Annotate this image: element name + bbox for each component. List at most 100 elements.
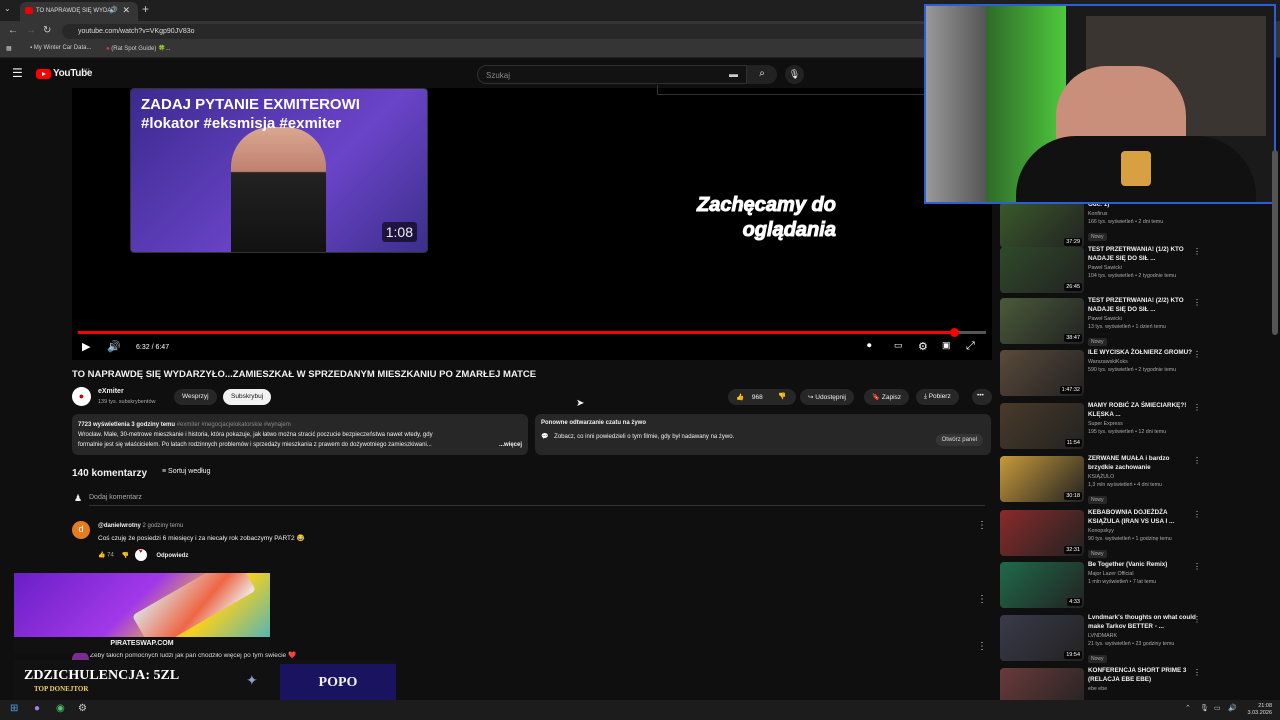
- save-button[interactable]: 🔖 Zapisz: [864, 389, 910, 405]
- related-video-menu-icon[interactable]: ⋮: [1193, 456, 1201, 465]
- related-video-item[interactable]: 38:47 TEST PRZETRWANIA! (2/2) KTO NADAJE …: [998, 296, 1203, 348]
- reload-icon[interactable]: ↻: [43, 25, 51, 36]
- related-video-title[interactable]: TEST PRZETRWANIA! (2/2) KTO NADAJE SIĘ D…: [1088, 296, 1196, 314]
- download-button[interactable]: ⤓ Pobierz: [916, 389, 959, 405]
- bookmark-1[interactable]: ▪ My Winter Car Data...: [30, 45, 91, 51]
- related-video-menu-icon[interactable]: ⋮: [1193, 298, 1201, 307]
- related-video-title[interactable]: ZERWANE MUAŁA i bardzo brzydkie zachowan…: [1088, 454, 1196, 472]
- close-tab-icon[interactable]: ✕: [122, 5, 130, 16]
- fullscreen-icon[interactable]: ⤢: [966, 340, 975, 353]
- related-video-title[interactable]: Be Together (Vanic Remix): [1088, 560, 1196, 569]
- autoplay-toggle-icon[interactable]: ⏺: [867, 340, 872, 351]
- tab-search-icon[interactable]: ⌄: [4, 4, 11, 13]
- related-video-item[interactable]: 11:54 MAMY ROBIĆ ZA ŚMIECIARKĘ?! KLĘSKA .…: [998, 401, 1203, 453]
- video-player[interactable]: ZADAJ PYTANIE EXMITEROWI #lokator #eksmi…: [72, 85, 992, 360]
- progress-scrubber[interactable]: [950, 328, 960, 337]
- comment-like-icon[interactable]: 👍: [98, 553, 105, 559]
- related-video-menu-icon[interactable]: ⋮: [1193, 247, 1201, 256]
- description-more-link[interactable]: ...więcej: [499, 440, 522, 450]
- related-video-channel[interactable]: Konopskyy: [1088, 528, 1196, 534]
- new-tab-button[interactable]: +: [142, 2, 149, 16]
- menu-icon[interactable]: ☰: [12, 66, 23, 80]
- related-video-thumbnail[interactable]: 30:18: [1000, 456, 1084, 502]
- open-panel-button[interactable]: Otwórz panel: [935, 434, 983, 446]
- tray-chevron-icon[interactable]: ⌃: [1185, 704, 1191, 712]
- progress-bar[interactable]: [78, 328, 986, 337]
- related-video-title[interactable]: KEBABOWNIA DOJEŻDŻA KSIĄŻULA (IRAN VS US…: [1088, 508, 1196, 526]
- related-video-item[interactable]: 30:18 ZERWANE MUAŁA i bardzo brzydkie zac…: [998, 454, 1203, 506]
- taskbar-clock[interactable]: 21:08 3.03.2026: [1248, 703, 1272, 717]
- related-video-channel[interactable]: Paweł Sawicki: [1088, 265, 1196, 271]
- related-video-item[interactable]: 4:33 Be Together (Vanic Remix) Major Lazer…: [998, 560, 1203, 612]
- network-icon[interactable]: ▭: [1214, 704, 1221, 712]
- search-button[interactable]: ⌕: [747, 65, 777, 84]
- comment-dislike-icon[interactable]: 👎: [122, 553, 129, 559]
- related-video-thumbnail[interactable]: 11:54: [1000, 403, 1084, 449]
- related-video-channel[interactable]: LVNDMARK: [1088, 633, 1196, 639]
- taskbar-app-icon-3[interactable]: ⚙: [78, 703, 87, 714]
- related-video-menu-icon[interactable]: ⋮: [1193, 668, 1201, 677]
- support-button[interactable]: Wesprzyj: [174, 389, 217, 405]
- related-video-channel[interactable]: WarszawskiKoks: [1088, 359, 1196, 365]
- subtitles-icon[interactable]: ▭: [894, 340, 903, 351]
- voice-search-button[interactable]: 🎙: [785, 65, 804, 84]
- related-video-title[interactable]: KONFERENCJA SHORT PRIME 3 (RELACJA EBE E…: [1088, 666, 1196, 684]
- description-tags[interactable]: #exmiter #negocjacjelokatorskie #wynajem: [175, 422, 291, 428]
- related-video-menu-icon[interactable]: ⋮: [1193, 403, 1201, 412]
- tray-mic-icon[interactable]: 🎙: [1200, 704, 1209, 712]
- comment-menu-icon-3[interactable]: ⋮: [977, 641, 987, 652]
- channel-avatar[interactable]: ●: [72, 387, 91, 406]
- more-actions-button[interactable]: •••: [972, 389, 992, 405]
- related-video-thumbnail[interactable]: 4:33: [1000, 562, 1084, 608]
- dislike-icon[interactable]: 👎: [778, 392, 786, 400]
- related-video-title[interactable]: ILE WYCISKA ŻOŁNIERZ GROMU?: [1088, 348, 1196, 357]
- share-button[interactable]: ↪ Udostępnij: [800, 389, 854, 405]
- related-video-thumbnail[interactable]: 37:29: [1000, 202, 1084, 248]
- related-video-thumbnail[interactable]: 32:31: [1000, 510, 1084, 556]
- url-field[interactable]: youtube.com/watch?v=VKgp90JV83o: [62, 24, 942, 39]
- related-video-item[interactable]: 26:45 TEST PRZETRWANIA! (1/2) KTO NADAJE …: [998, 245, 1203, 297]
- endscreen-subscribe-frame[interactable]: [657, 85, 925, 95]
- keyboard-icon[interactable]: ▬: [729, 69, 738, 79]
- browser-tab[interactable]: TO NAPRAWDĘ SIĘ WYDAR 🔊 ✕: [20, 2, 138, 21]
- comment-menu-icon-2[interactable]: ⋮: [977, 594, 987, 605]
- miniplayer-icon[interactable]: ▣: [942, 340, 951, 351]
- comment-time[interactable]: 2 godziny temu: [143, 523, 184, 529]
- related-video-thumbnail[interactable]: 38:47: [1000, 298, 1084, 344]
- related-video-channel[interactable]: ebe ebe: [1088, 686, 1196, 692]
- endscreen-video-card[interactable]: ZADAJ PYTANIE EXMITEROWI #lokator #eksmi…: [130, 88, 428, 253]
- like-button[interactable]: 👍 968 👎: [728, 389, 796, 405]
- windows-start-icon[interactable]: ⊞: [10, 703, 18, 714]
- subscribe-button[interactable]: Subskrybuj: [223, 389, 272, 405]
- add-comment-input[interactable]: Dodaj komentarz: [89, 494, 142, 501]
- channel-name[interactable]: eXmiter: [98, 388, 124, 395]
- play-icon[interactable]: ▶: [82, 340, 90, 353]
- related-video-thumbnail[interactable]: 26:45: [1000, 247, 1084, 293]
- comment-author-avatar[interactable]: d: [72, 521, 90, 539]
- related-video-channel[interactable]: Super Express: [1088, 421, 1196, 427]
- description-box[interactable]: 7723 wyświetlenia 3 godziny temu #exmite…: [72, 414, 528, 455]
- taskbar-app-icon-1[interactable]: ●: [34, 703, 40, 714]
- volume-tray-icon[interactable]: 🔊: [1228, 704, 1237, 712]
- bookmark-2[interactable]: ● (Rat Spot Guide) 🍀...: [106, 45, 170, 52]
- speaker-icon[interactable]: 🔊: [109, 6, 118, 14]
- chrome-icon[interactable]: ◉: [56, 703, 65, 714]
- volume-icon[interactable]: 🔊: [107, 340, 121, 353]
- apps-icon[interactable]: ▦: [6, 45, 12, 52]
- related-video-title[interactable]: MAMY ROBIĆ ZA ŚMIECIARKĘ?! KLĘSKA ...: [1088, 401, 1196, 419]
- related-video-item[interactable]: 1:47:32 ILE WYCISKA ŻOŁNIERZ GROMU? Warsza…: [998, 348, 1203, 400]
- related-video-title[interactable]: Lvndmark's thoughts on what could make T…: [1088, 613, 1196, 631]
- related-video-title[interactable]: TEST PRZETRWANIA! (1/2) KTO NADAJE SIĘ D…: [1088, 245, 1196, 263]
- related-video-channel[interactable]: Paweł Sawicki: [1088, 316, 1196, 322]
- comment-menu-icon[interactable]: ⋮: [977, 520, 987, 531]
- related-video-item[interactable]: 19:54 Lvndmark's thoughts on what could m…: [998, 613, 1203, 665]
- youtube-logo-icon[interactable]: [36, 69, 51, 79]
- reply-button[interactable]: Odpowiedz: [156, 553, 188, 559]
- sort-comments-button[interactable]: ≡ Sortuj według: [162, 468, 210, 475]
- search-input[interactable]: Szukaj ▬: [477, 65, 747, 84]
- related-video-menu-icon[interactable]: ⋮: [1193, 562, 1201, 571]
- related-video-thumbnail[interactable]: 19:54: [1000, 615, 1084, 661]
- settings-gear-icon[interactable]: ⚙: [918, 340, 928, 353]
- related-video-menu-icon[interactable]: ⋮: [1193, 615, 1201, 624]
- forward-icon[interactable]: →: [26, 25, 36, 36]
